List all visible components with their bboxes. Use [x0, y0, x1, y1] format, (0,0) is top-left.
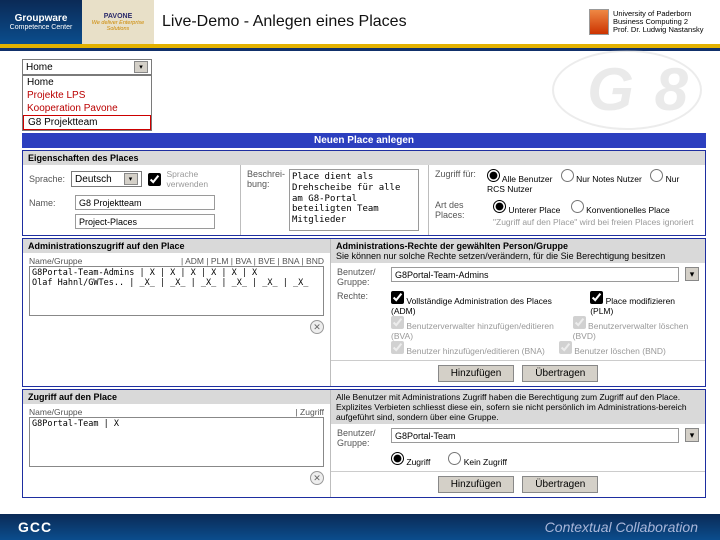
- bar-new-place: Neuen Place anlegen: [22, 133, 706, 148]
- access-group-input[interactable]: [391, 428, 679, 443]
- access-group-picker[interactable]: ▾: [685, 428, 699, 442]
- path-input[interactable]: [75, 214, 215, 229]
- desc-textarea[interactable]: Place dient als Drehscheibe für alle am …: [289, 169, 419, 231]
- right-bva: [391, 316, 404, 329]
- access-yes-radio[interactable]: [391, 452, 404, 465]
- remove-access-button[interactable]: ✕: [310, 471, 324, 485]
- access-no-radio[interactable]: [448, 452, 461, 465]
- nav-dropdown-list[interactable]: Home Projekte LPS Kooperation Pavone G8 …: [22, 75, 152, 131]
- top-bar: Groupware Competence Center PAVONE We de…: [0, 0, 720, 44]
- access-note: Alle Benutzer mit Administrations Zugrif…: [331, 390, 705, 424]
- admin-group-picker[interactable]: ▾: [685, 267, 699, 281]
- footer: GCC Contextual Collaboration: [0, 514, 720, 540]
- right-plm[interactable]: [590, 291, 603, 304]
- right-bvd: [573, 316, 586, 329]
- affiliation: University of Paderborn Business Computi…: [585, 0, 720, 44]
- shield-icon: [589, 9, 609, 35]
- lang-select[interactable]: Deutsch▾: [71, 171, 141, 187]
- props-heading: Eigenschaften des Places: [23, 151, 705, 165]
- right-bnd: [559, 341, 572, 354]
- name-label: Name:: [29, 198, 69, 208]
- access-add-button[interactable]: Hinzufügen: [438, 476, 515, 493]
- lang-label: Sprache:: [29, 174, 65, 184]
- desc-label: Beschrei- bung:: [247, 169, 285, 231]
- access-all-radio[interactable]: [487, 169, 500, 182]
- admin-group-input[interactable]: [391, 267, 679, 282]
- access-rcs-radio[interactable]: [650, 169, 663, 182]
- logo-gcc: Groupware Competence Center: [0, 0, 82, 44]
- placetype-sub-radio[interactable]: [493, 200, 506, 213]
- access-apply-button[interactable]: Übertragen: [522, 476, 598, 493]
- remove-admin-button[interactable]: ✕: [310, 320, 324, 334]
- placetype-conv-radio[interactable]: [571, 200, 584, 213]
- placetype-label: Art des Places:: [435, 200, 487, 227]
- name-input[interactable]: [75, 195, 215, 210]
- access-notes-radio[interactable]: [561, 169, 574, 182]
- access-listbox[interactable]: G8Portal-Team | X: [29, 417, 324, 467]
- admin-add-button[interactable]: Hinzufügen: [438, 365, 515, 382]
- right-bna: [391, 341, 404, 354]
- admin-apply-button[interactable]: Übertragen: [522, 365, 598, 382]
- logo-pavone: PAVONE We deliver Enterprise Solutions: [82, 0, 154, 44]
- admin-listbox[interactable]: G8Portal-Team-Admins | X | X | X | X | X…: [29, 266, 324, 316]
- access-label: Zugriff für:: [435, 169, 481, 194]
- access-heading: Zugriff auf den Place: [23, 390, 330, 404]
- chevron-down-icon[interactable]: ▾: [134, 61, 148, 73]
- admin-left-head: Administrationszugriff auf den Place: [23, 239, 330, 253]
- right-adm[interactable]: [391, 291, 404, 304]
- lang-use-checkbox[interactable]: [148, 173, 161, 186]
- nav-dropdown[interactable]: Home ▾: [22, 59, 152, 75]
- page-title: Live-Demo - Anlegen eines Places: [154, 0, 585, 44]
- admin-right-head: Administrations-Rechte der gewählten Per…: [331, 239, 705, 263]
